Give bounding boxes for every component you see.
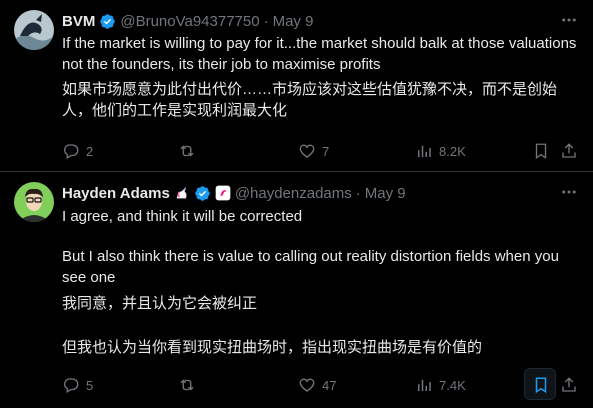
retweet-button[interactable] — [178, 141, 202, 161]
more-options-icon[interactable] — [559, 182, 579, 202]
view-count: 8.2K — [439, 143, 466, 159]
tweet-date[interactable]: May 9 — [273, 13, 314, 30]
tweet-text-zh-2: 但我也认为当你看到现实扭曲场时，指出现实扭曲场是有价值的 — [62, 339, 483, 356]
separator-dot: · — [263, 12, 269, 30]
bookmark-icon — [535, 143, 547, 160]
retweet-button[interactable] — [178, 375, 202, 395]
author-name[interactable]: BVM — [62, 13, 95, 30]
like-button[interactable]: 7 — [298, 141, 329, 161]
reply-count: 2 — [86, 143, 94, 159]
bookmark-icon — [535, 377, 547, 394]
tweet-text-zh-1: 我同意，并且认为它会被纠正 — [62, 295, 258, 312]
share-icon — [562, 377, 576, 392]
views-button[interactable]: 8.2K — [415, 141, 466, 161]
tweet-text-en: If the market is willing to pay for it..… — [62, 35, 577, 73]
share-icon — [562, 143, 576, 158]
avatar-bvm[interactable] — [14, 10, 54, 50]
share-button[interactable] — [560, 141, 578, 161]
avatar-hayden-adams[interactable] — [14, 182, 54, 222]
action-bar: 5 47 7.4K — [62, 368, 581, 400]
verified-badge-icon — [195, 185, 210, 201]
uniswap-affiliate-icon[interactable] — [215, 185, 231, 201]
reply-button[interactable]: 5 — [62, 375, 93, 395]
reply-count: 5 — [86, 377, 94, 393]
author-handle[interactable]: @BrunoVa94377750 — [120, 13, 259, 30]
bookmark-button-active[interactable] — [524, 368, 556, 400]
action-bar: 2 7 8.2K — [62, 141, 581, 161]
share-button[interactable] — [560, 375, 578, 395]
tweet-header: Hayden Adams @haydenzadams · May 9 — [62, 182, 406, 204]
tweet-text-en-1: I agree, and think it will be corrected — [62, 208, 303, 225]
verified-badge-icon — [100, 13, 116, 29]
tweet-text-zh: 如果市场愿意为此付出代价……市场应该对这些估值犹豫不决，而不是创始人，他们的工作… — [62, 81, 558, 119]
bookmark-button[interactable] — [532, 141, 550, 161]
analytics-icon — [418, 379, 431, 391]
like-count: 47 — [322, 377, 337, 393]
view-count: 7.4K — [439, 377, 466, 393]
reply-button[interactable]: 2 — [62, 141, 93, 161]
retweet-icon — [180, 379, 194, 391]
analytics-icon — [418, 145, 431, 157]
unicorn-icon — [176, 187, 187, 199]
tweet-text-en-2: But I also think there is value to calli… — [62, 248, 559, 286]
heart-icon — [299, 378, 315, 392]
like-button[interactable]: 47 — [298, 375, 336, 395]
heart-icon — [299, 144, 315, 158]
tweet-date[interactable]: May 9 — [365, 185, 406, 202]
author-handle[interactable]: @haydenzadams — [235, 185, 352, 202]
tweet-bvm[interactable]: BVM @BrunoVa94377750 · May 9 If the mark… — [0, 0, 593, 172]
tweet-hayden-adams[interactable]: Hayden Adams @haydenzadams · May 9 I agr… — [0, 172, 593, 408]
views-button[interactable]: 7.4K — [415, 375, 466, 395]
reply-icon — [64, 378, 79, 393]
like-count: 7 — [322, 143, 330, 159]
reply-icon — [64, 144, 79, 159]
more-options-icon[interactable] — [559, 10, 579, 30]
author-name[interactable]: Hayden Adams — [62, 185, 170, 202]
retweet-icon — [180, 145, 194, 157]
separator-dot: · — [355, 184, 361, 202]
tweet-header: BVM @BrunoVa94377750 · May 9 — [62, 10, 313, 32]
